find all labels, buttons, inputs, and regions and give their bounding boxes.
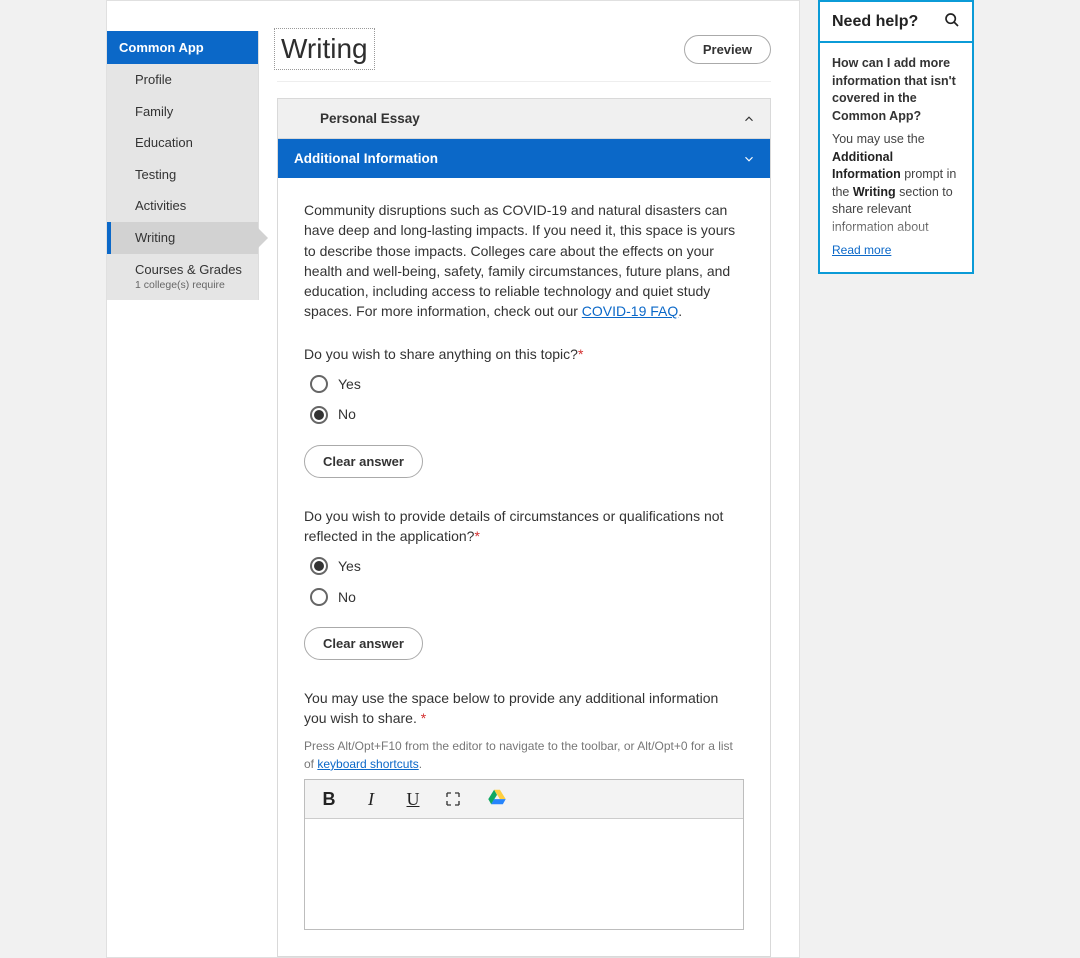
main-header: Writing Preview [277, 31, 771, 82]
editor-textarea[interactable] [305, 819, 743, 929]
radio-label: No [338, 587, 356, 607]
sidebar-item-label: Activities [135, 198, 186, 213]
accordion-title: Personal Essay [320, 111, 420, 126]
help-body: How can I add more information that isn'… [820, 43, 972, 272]
help-panel: Need help? How can I add more informatio… [818, 0, 974, 274]
main-content: Writing Preview Personal Essay Additiona… [259, 31, 771, 957]
radio-icon [310, 406, 328, 424]
sidebar-item-label: Testing [135, 167, 176, 182]
accordion-body-additional-information: Community disruptions such as COVID-19 a… [278, 178, 770, 956]
intro-text-content: Community disruptions such as COVID-19 a… [304, 202, 735, 319]
radio-icon [310, 557, 328, 575]
radio-icon [310, 375, 328, 393]
chevron-up-icon [742, 112, 756, 126]
chevron-down-icon [742, 152, 756, 166]
help-question: How can I add more information that isn'… [832, 55, 960, 125]
fullscreen-button[interactable] [445, 791, 465, 807]
help-header: Need help? [820, 2, 972, 43]
question1-label: Do you wish to share anything on this to… [304, 344, 744, 364]
page-title: Writing [277, 31, 372, 67]
intro-text: Community disruptions such as COVID-19 a… [304, 200, 744, 322]
sidebar-header: Common App [107, 31, 258, 64]
accordion-additional-information: Additional Information Community disrupt… [277, 139, 771, 957]
sidebar-item-label: Courses & Grades [135, 262, 242, 277]
accordion-header-personal-essay[interactable]: Personal Essay [278, 99, 770, 138]
accordion-header-additional-information[interactable]: Additional Information [278, 139, 770, 178]
q2-clear-button[interactable]: Clear answer [304, 627, 423, 660]
essay-prompt: You may use the space below to provide a… [304, 688, 744, 729]
question2-label: Do you wish to provide details of circum… [304, 506, 744, 547]
sidebar-item-label: Education [135, 135, 193, 150]
sidebar-item-testing[interactable]: Testing [107, 159, 258, 191]
sidebar-item-activities[interactable]: Activities [107, 190, 258, 222]
q1-radio-yes[interactable]: Yes [310, 374, 744, 394]
q1-clear-button[interactable]: Clear answer [304, 445, 423, 478]
sidebar-item-label: Profile [135, 72, 172, 87]
google-drive-icon[interactable] [487, 786, 507, 812]
editor-toolbar: B I U [305, 780, 743, 819]
sidebar-item-sublabel: 1 college(s) require [135, 279, 246, 292]
read-more-link[interactable]: Read more [832, 242, 891, 259]
q1-radio-no[interactable]: No [310, 404, 744, 424]
sidebar-item-family[interactable]: Family [107, 96, 258, 128]
preview-button[interactable]: Preview [684, 35, 771, 64]
q2-radio-no[interactable]: No [310, 587, 744, 607]
sidebar-item-label: Family [135, 104, 173, 119]
sidebar-item-courses-grades[interactable]: Courses & Grades 1 college(s) require [107, 254, 258, 300]
radio-label: Yes [338, 556, 361, 576]
rich-text-editor: B I U [304, 779, 744, 930]
accordion-title: Additional Information [294, 151, 438, 166]
radio-icon [310, 588, 328, 606]
q2-radio-yes[interactable]: Yes [310, 556, 744, 576]
sidebar-item-label: Writing [135, 230, 175, 245]
underline-button[interactable]: U [403, 786, 423, 812]
search-icon[interactable] [944, 12, 960, 31]
radio-label: No [338, 404, 356, 424]
bold-button[interactable]: B [319, 786, 339, 812]
sidebar-item-writing[interactable]: Writing [107, 222, 258, 254]
help-title: Need help? [832, 13, 918, 31]
keyboard-shortcuts-link[interactable]: keyboard shortcuts [317, 757, 418, 771]
sidebar-item-profile[interactable]: Profile [107, 64, 258, 96]
accordion-personal-essay: Personal Essay [277, 98, 771, 139]
italic-button[interactable]: I [361, 786, 381, 812]
sidebar-item-education[interactable]: Education [107, 127, 258, 159]
editor-hint: Press Alt/Opt+F10 from the editor to nav… [304, 738, 744, 773]
radio-label: Yes [338, 374, 361, 394]
sidebar: Common App Profile Family Education Test… [107, 31, 259, 300]
covid-faq-link[interactable]: COVID-19 FAQ [582, 303, 678, 319]
